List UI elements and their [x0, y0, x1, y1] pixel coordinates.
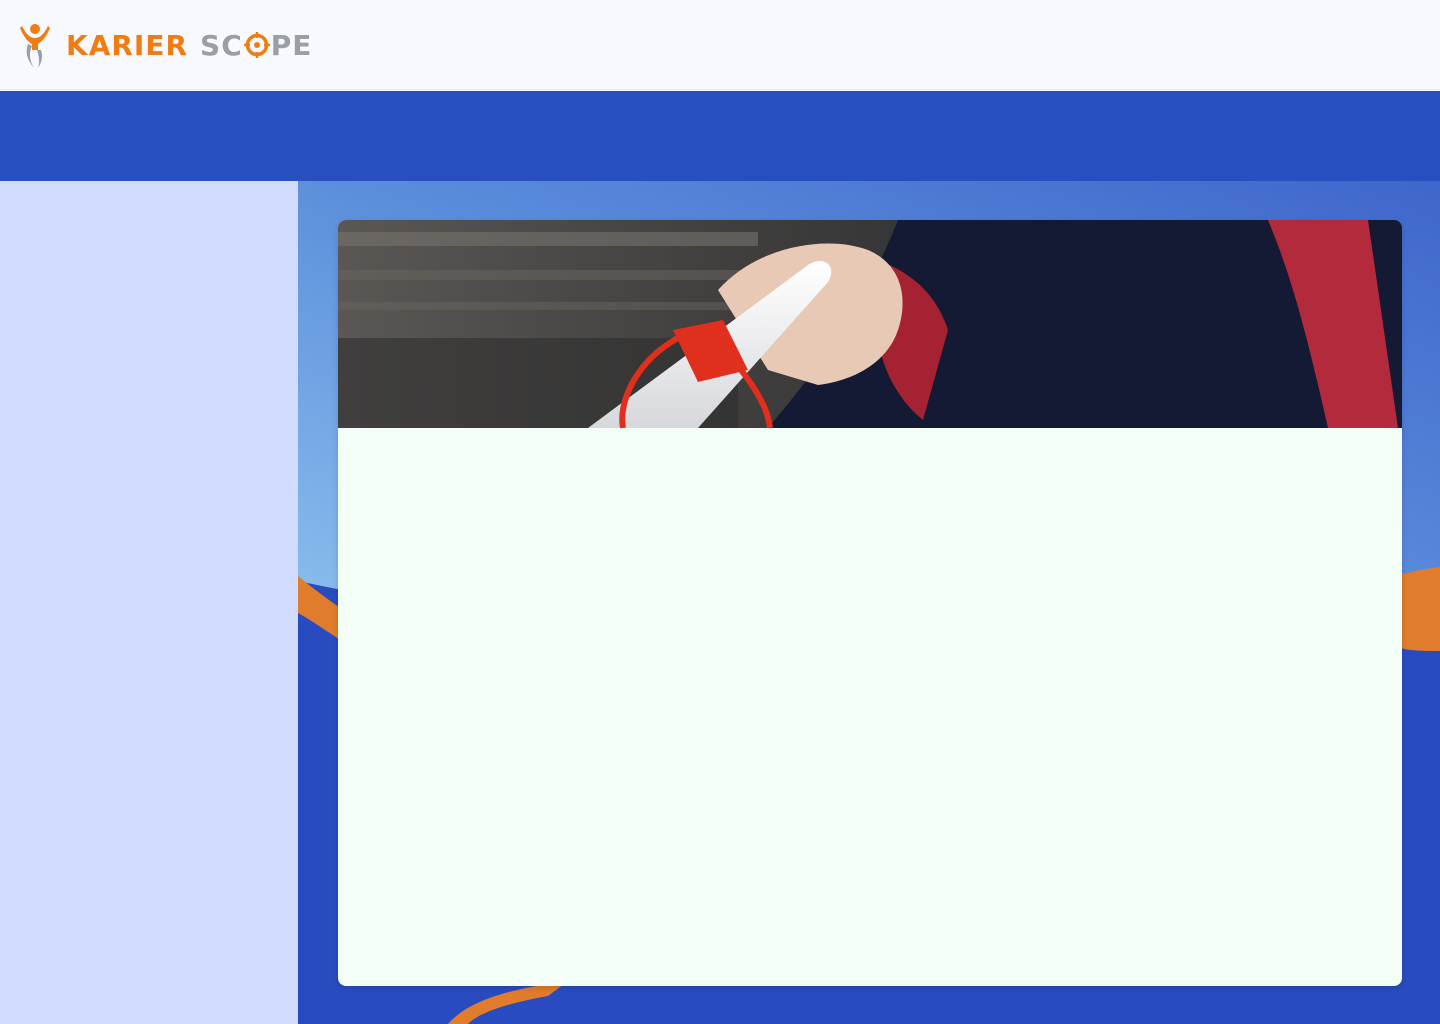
top-navbar: KARIER SC PE — [0, 0, 1440, 90]
person-target-logo-icon — [20, 24, 50, 68]
content-card — [338, 220, 1402, 986]
page-banner — [0, 91, 1440, 181]
graduate-holding-diploma-photo — [338, 220, 1402, 428]
brand-logo[interactable]: KARIER SC PE — [18, 20, 312, 70]
sidebar — [0, 181, 298, 1024]
brand-name-scope-end: PE — [270, 28, 313, 62]
main-content — [298, 181, 1440, 1024]
brand-name-scope-start: SC — [200, 28, 243, 62]
brand-name-karier: KARIER — [66, 28, 189, 62]
brand-name-scope: SC PE — [200, 29, 312, 62]
target-icon — [243, 32, 270, 58]
